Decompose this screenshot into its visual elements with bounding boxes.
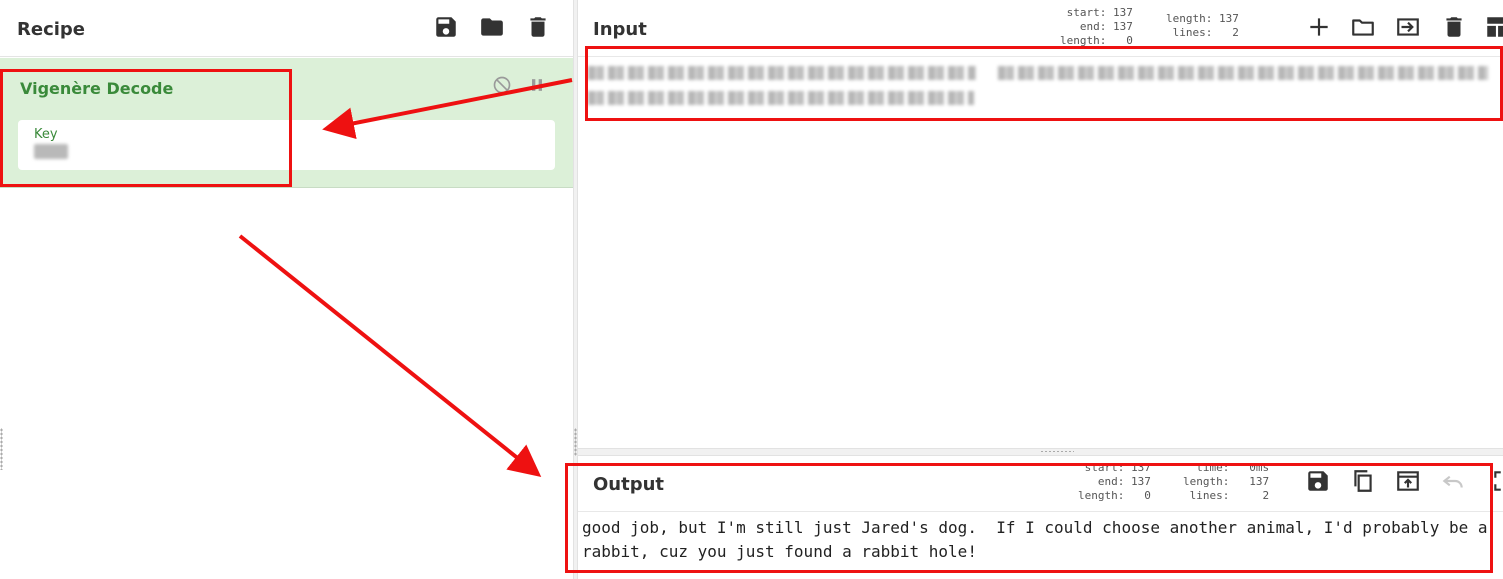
- input-text-redacted-1a: [588, 66, 976, 80]
- vertical-splitter-grip[interactable]: [574, 428, 577, 456]
- disable-icon[interactable]: [492, 75, 512, 95]
- input-textarea[interactable]: [578, 58, 1503, 448]
- expand-icon[interactable]: [1491, 468, 1503, 494]
- plus-icon[interactable]: [1306, 14, 1332, 40]
- input-header: Input start: 137 end: 137 length: 0 leng…: [578, 0, 1503, 57]
- output-length-stats: time: 0ms length: 137 lines: 2: [1183, 461, 1270, 502]
- horizontal-splitter-grip[interactable]: [1040, 450, 1074, 453]
- layout-icon[interactable]: [1484, 14, 1503, 40]
- output-header: Output start: 137 end: 137 length: 0 tim…: [578, 456, 1503, 512]
- trash-icon[interactable]: [1441, 14, 1467, 40]
- input-length-stats: length: 137 lines: 2: [1166, 12, 1239, 39]
- import-icon[interactable]: [1395, 14, 1421, 40]
- operation-title: Vigenère Decode: [20, 79, 174, 98]
- output-textarea[interactable]: good job, but I'm still just Jared's dog…: [582, 516, 1497, 564]
- recipe-title: Recipe: [17, 19, 86, 40]
- move-to-input-icon[interactable]: [1395, 468, 1421, 494]
- key-value-redacted[interactable]: [34, 144, 68, 159]
- copy-icon[interactable]: [1350, 468, 1376, 494]
- save-recipe-icon[interactable]: [433, 14, 459, 40]
- pause-icon[interactable]: [527, 75, 547, 95]
- recipe-pane: Recipe Vigenère Decode Key: [0, 0, 573, 579]
- key-label: Key: [34, 127, 58, 142]
- save-output-icon[interactable]: [1305, 468, 1331, 494]
- input-selection-stats: start: 137 end: 137 length: 0: [1060, 6, 1133, 47]
- recipe-header: Recipe: [0, 0, 573, 57]
- output-title: Output: [593, 474, 665, 495]
- open-folder-icon[interactable]: [1350, 14, 1376, 40]
- load-recipe-folder-icon[interactable]: [479, 14, 505, 40]
- left-resize-handle[interactable]: [0, 428, 3, 470]
- input-title: Input: [593, 19, 647, 40]
- operation-vigenere-decode[interactable]: Vigenère Decode Key: [0, 58, 573, 188]
- output-selection-stats: start: 137 end: 137 length: 0: [1078, 461, 1151, 502]
- input-text-redacted-1b: [998, 66, 1488, 80]
- input-text-redacted-2: [588, 91, 974, 105]
- key-argument[interactable]: Key: [18, 120, 555, 170]
- undo-icon[interactable]: [1440, 468, 1466, 494]
- clear-recipe-trash-icon[interactable]: [525, 14, 551, 40]
